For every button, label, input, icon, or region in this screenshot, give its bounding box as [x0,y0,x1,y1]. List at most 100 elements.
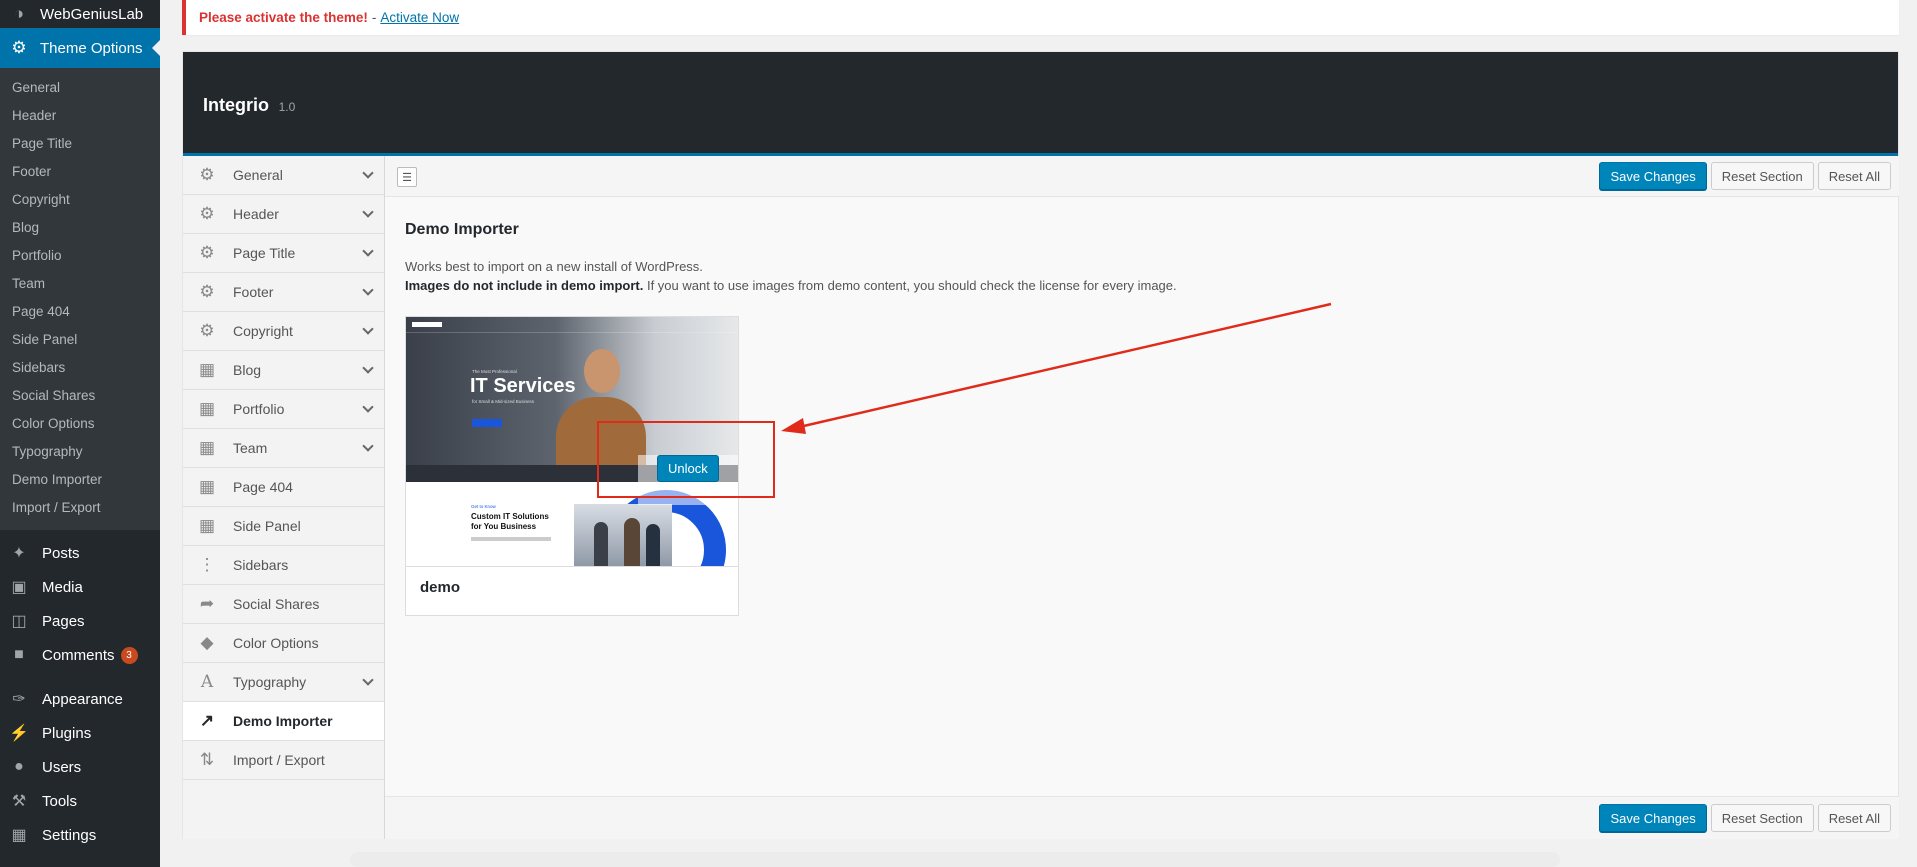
section-title: Demo Importer [405,221,519,238]
menu-media[interactable]: ▣ Media [0,570,160,604]
section-color-options[interactable]: ◆ Color Options [183,624,384,663]
theme-version: 1.0 [278,100,296,114]
chevron-down-icon [362,323,374,335]
reset-section-button-bottom[interactable]: Reset Section [1710,804,1814,832]
menu-pages[interactable]: ◫ Pages [0,604,160,638]
section-label: General [233,167,283,183]
reset-all-button[interactable]: Reset All [1817,162,1891,190]
menu-users-label: Users [42,758,82,776]
save-changes-button-bottom[interactable]: Save Changes [1599,804,1707,832]
submenu-footer[interactable]: Footer [0,158,160,186]
menu-appearance[interactable]: ✑ Appearance [0,682,160,716]
chevron-down-icon [362,284,374,296]
section-general[interactable]: ⚙ General [183,156,384,195]
chevron-down-icon [362,206,374,218]
notice-warning-text: Please activate the theme! [199,10,368,25]
submenu-header[interactable]: Header [0,102,160,130]
site-name-item[interactable]: ◑ WebGeniusLab [0,0,160,28]
settings-icon: ▦ [11,827,27,844]
section-header[interactable]: ⚙ Header [183,195,384,234]
section-import-export[interactable]: ⇅ Import / Export [183,741,384,780]
menu-plugins[interactable]: ⚡ Plugins [0,716,160,750]
preview-lower-title: Custom IT Solutions for You Business [471,512,549,531]
menu-media-label: Media [42,578,83,596]
submenu-blog[interactable]: Blog [0,214,160,242]
submenu-team[interactable]: Team [0,270,160,298]
section-demo-importer[interactable]: ↗ Demo Importer [183,702,384,741]
submenu-copyright[interactable]: Copyright [0,186,160,214]
list-icon: ☰ [402,171,412,184]
section-page-404[interactable]: ▦ Page 404 [183,468,384,507]
section-label: Team [233,440,268,456]
submenu-page-404[interactable]: Page 404 [0,298,160,326]
menu-theme-options[interactable]: ⚙ Theme Options [0,28,160,68]
section-team[interactable]: ▦ Team [183,429,384,468]
section-description-1: Works best to import on a new install of… [405,259,703,274]
transfer-icon: ⇅ [199,750,215,769]
menu-pages-label: Pages [42,612,85,630]
reset-section-button[interactable]: Reset Section [1710,162,1814,190]
dots-icon: ⋮ [198,555,216,574]
submenu-typography[interactable]: Typography [0,438,160,466]
section-label: Copyright [233,323,293,339]
admin-notice: Please activate the theme! - Activate No… [182,0,1899,35]
section-blog[interactable]: ▦ Blog [183,351,384,390]
activate-now-link[interactable]: Activate Now [380,10,459,25]
submenu-color-options[interactable]: Color Options [0,410,160,438]
wordpress-icon: ◑ [13,4,25,23]
grid-icon: ▦ [198,516,216,535]
menu-tools[interactable]: ⚒ Tools [0,784,160,818]
font-icon: A [200,672,214,692]
reset-all-button-bottom[interactable]: Reset All [1817,804,1891,832]
droplet-icon: ◆ [200,633,214,652]
options-section-menu: ⚙ General ⚙ Header ⚙ Page Title ⚙ Footer ⚙ Co… [183,156,385,839]
comments-count-badge: 3 [120,646,138,664]
chevron-down-icon [362,401,374,413]
section-label: Import / Export [233,752,325,768]
menu-users[interactable]: ● Users [0,750,160,784]
submenu-import-export[interactable]: Import / Export [0,494,160,522]
submenu-general[interactable]: General [0,74,160,102]
site-name: WebGeniusLab [40,5,144,23]
section-sidebars[interactable]: ⋮ Sidebars [183,546,384,585]
section-copyright[interactable]: ⚙ Copyright [183,312,384,351]
bottom-toolbar: Save Changes Reset Section Reset All [385,796,1899,839]
section-label: Page Title [233,245,296,261]
section-label: Typography [233,674,307,690]
section-portfolio[interactable]: ▦ Portfolio [183,390,384,429]
menu-posts[interactable]: ✦ Posts [0,536,160,570]
submenu-page-title[interactable]: Page Title [0,130,160,158]
menu-settings-label: Settings [42,826,97,844]
grid-icon: ▦ [198,360,216,379]
section-typography[interactable]: A Typography [183,663,384,702]
section-description-rest: If you want to use images from demo cont… [643,278,1177,293]
gear-icon: ⚙ [11,38,27,57]
submenu-demo-importer[interactable]: Demo Importer [0,466,160,494]
section-side-panel[interactable]: ▦ Side Panel [183,507,384,546]
gear-icon: ⚙ [199,165,215,184]
section-social-shares[interactable]: ➦ Social Shares [183,585,384,624]
submenu-portfolio[interactable]: Portfolio [0,242,160,270]
submenu-side-panel[interactable]: Side Panel [0,326,160,354]
expand-options-button[interactable]: ☰ [397,167,417,187]
save-changes-button[interactable]: Save Changes [1599,162,1707,190]
pin-icon: ✦ [12,545,26,562]
theme-options-panel: Integrio 1.0 ⚙ General ⚙ Header ⚙ Page Titl… [182,51,1899,839]
menu-comments-label: Comments [42,646,115,664]
section-description-2: Images do not include in demo import. If… [405,276,1879,295]
submenu-social-shares[interactable]: Social Shares [0,382,160,410]
section-label: Social Shares [233,596,320,612]
demo-name: demo [420,579,461,596]
section-label: Page 404 [233,479,293,495]
gear-icon: ⚙ [199,243,215,262]
menu-settings[interactable]: ▦ Settings [0,818,160,852]
section-page-title[interactable]: ⚙ Page Title [183,234,384,273]
submenu-sidebars[interactable]: Sidebars [0,354,160,382]
theme-name: Integrio [203,95,269,115]
gear-icon: ⚙ [199,282,215,301]
section-footer[interactable]: ⚙ Footer [183,273,384,312]
menu-posts-label: Posts [42,544,80,562]
menu-comments[interactable]: ■ Comments 3 [0,638,160,672]
section-label: Sidebars [233,557,289,573]
section-content: Demo Importer Works best to import on a … [385,197,1899,319]
